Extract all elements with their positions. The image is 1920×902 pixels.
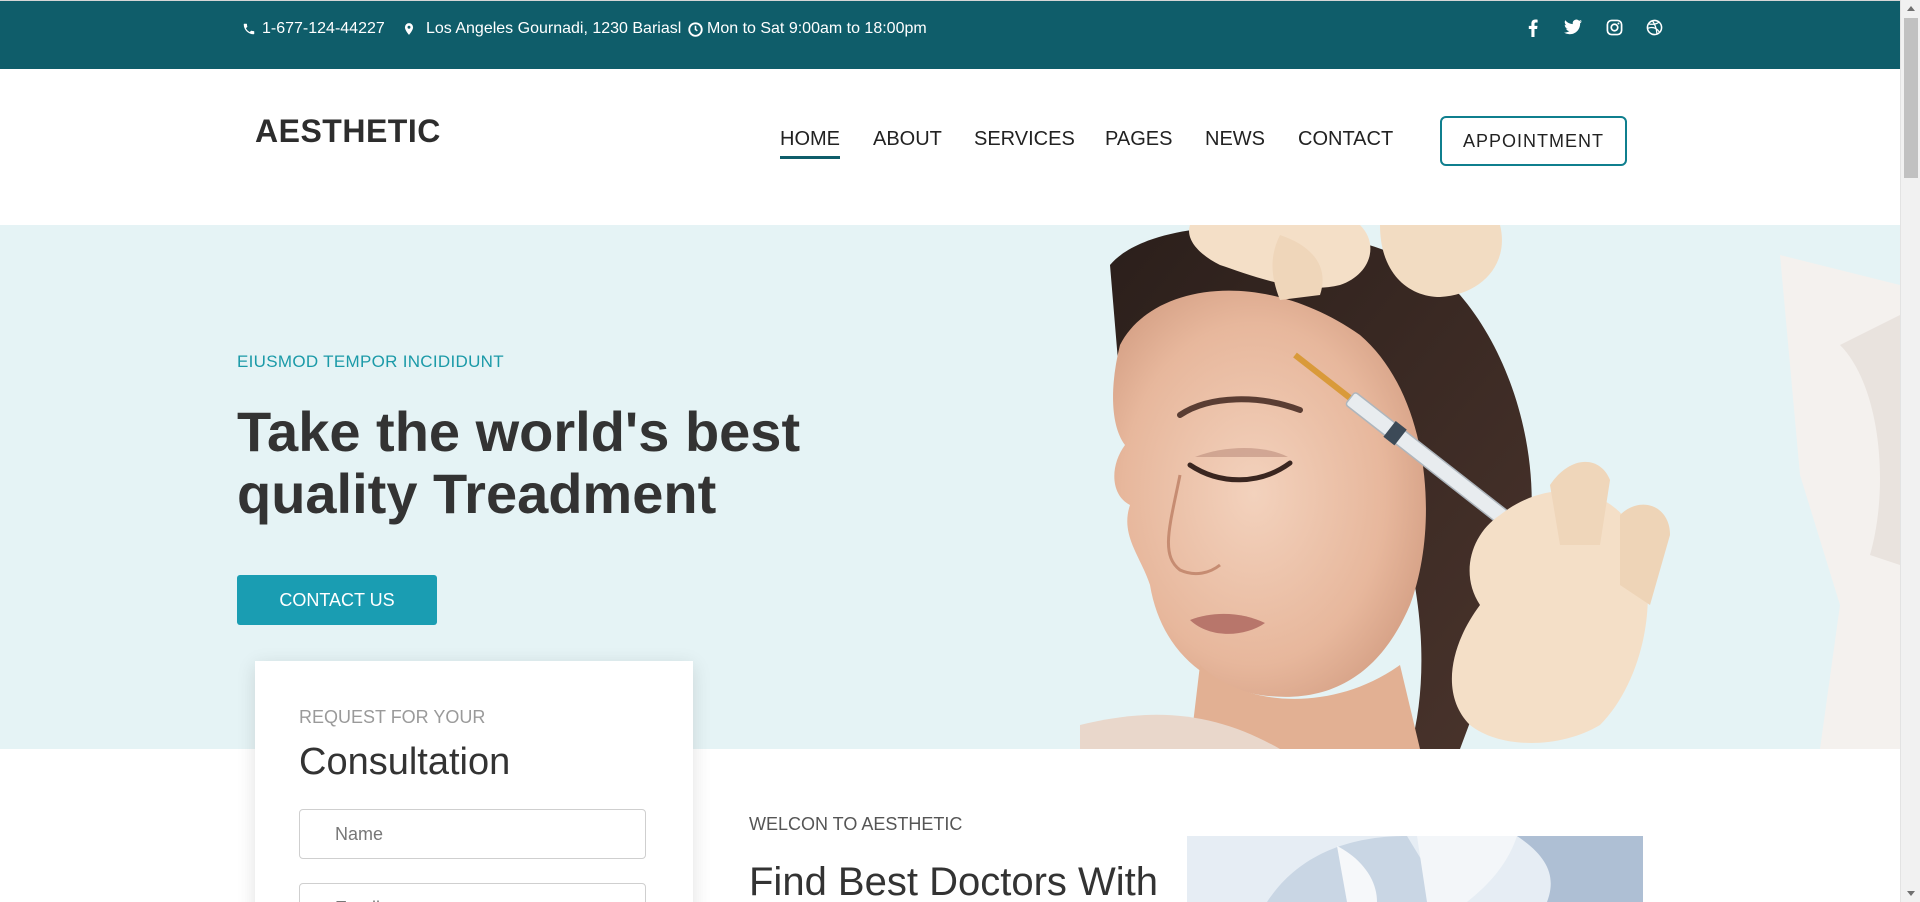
- phone-info: 1-677-124-44227: [242, 20, 385, 38]
- dribbble-icon[interactable]: [1646, 19, 1663, 36]
- phone-number: 1-677-124-44227: [262, 20, 385, 37]
- doctor-image-art: [1187, 836, 1643, 902]
- instagram-icon[interactable]: [1606, 19, 1623, 36]
- welcome-eyebrow: WELCON TO AESTHETIC: [749, 814, 963, 834]
- email-input[interactable]: [299, 883, 646, 902]
- hero-eyebrow: EIUSMOD TEMPOR INCIDIDUNT: [237, 352, 504, 371]
- consultation-form-card: REQUEST FOR YOUR Consultation: [255, 661, 693, 902]
- hero-title-line-2: quality Treadment: [237, 462, 717, 525]
- nav-news[interactable]: NEWS: [1205, 128, 1265, 151]
- address-text: Los Angeles Gournadi, 1230 Bariasl: [426, 20, 682, 37]
- site-logo[interactable]: AESTHETIC: [255, 113, 441, 150]
- facebook-icon[interactable]: [1528, 19, 1538, 37]
- scroll-down-arrow-icon[interactable]: [1901, 885, 1920, 902]
- site-header: AESTHETIC HOME ABOUT SERVICES PAGES NEWS…: [0, 69, 1900, 225]
- top-info-bar: 1-677-124-44227 Los Angeles Gournadi, 12…: [0, 0, 1900, 69]
- phone-icon: [243, 23, 255, 35]
- nav-services[interactable]: SERVICES: [974, 128, 1075, 151]
- page-scrollbar[interactable]: [1900, 0, 1920, 902]
- hero-title-line-1: Take the world's best: [237, 400, 801, 463]
- nav-pages[interactable]: PAGES: [1105, 128, 1172, 151]
- hero-title: Take the world's best quality Treadment: [237, 401, 877, 525]
- scroll-up-arrow-icon[interactable]: [1901, 0, 1920, 17]
- hours-text: Mon to Sat 9:00am to 18:00pm: [707, 20, 927, 37]
- address-info: Los Angeles Gournadi, 1230 Bariasl: [402, 20, 681, 38]
- consultation-eyebrow: REQUEST FOR YOUR: [299, 707, 486, 727]
- doctor-image: [1187, 836, 1643, 902]
- hours-info: Mon to Sat 9:00am to 18:00pm: [688, 20, 927, 38]
- appointment-button[interactable]: APPOINTMENT: [1440, 116, 1627, 166]
- hero-treatment-image: [1080, 225, 1900, 749]
- welcome-title: Find Best Doctors With: [749, 860, 1159, 902]
- contact-us-button[interactable]: CONTACT US: [237, 575, 437, 625]
- name-input[interactable]: [299, 809, 646, 859]
- scroll-thumb[interactable]: [1904, 18, 1918, 178]
- nav-about[interactable]: ABOUT: [873, 128, 942, 151]
- twitter-icon[interactable]: [1564, 19, 1582, 35]
- nav-contact[interactable]: CONTACT: [1298, 128, 1393, 151]
- consultation-title: Consultation: [299, 741, 511, 783]
- map-pin-icon: [404, 23, 414, 35]
- clock-icon: [688, 21, 703, 37]
- nav-home[interactable]: HOME: [780, 128, 840, 159]
